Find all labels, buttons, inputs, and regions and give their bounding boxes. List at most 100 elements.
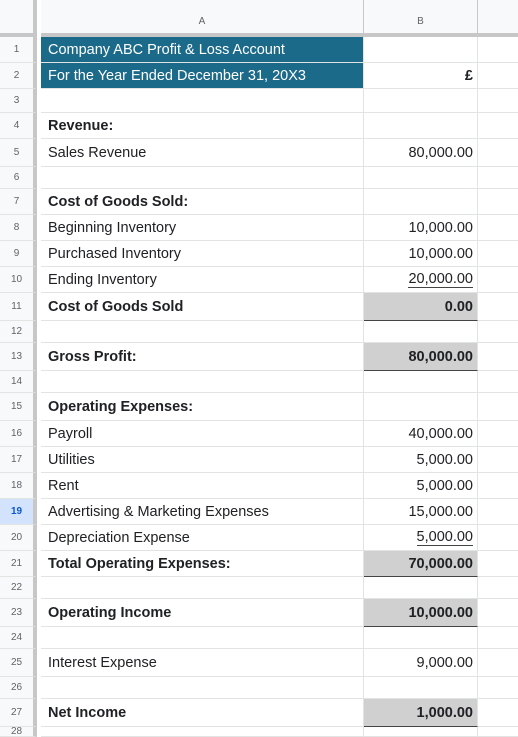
cell-c[interactable] (478, 293, 518, 321)
cell-a[interactable]: Cost of Goods Sold: (41, 189, 364, 215)
cell-a[interactable]: Beginning Inventory (41, 215, 364, 241)
cell-c[interactable] (478, 393, 518, 421)
cell-b[interactable]: 10,000.00 (364, 241, 478, 267)
cell-c[interactable] (478, 113, 518, 139)
cell-b[interactable]: 15,000.00 (364, 499, 478, 525)
cell-a[interactable]: Operating Income (41, 599, 364, 627)
row-header[interactable]: 27 (0, 699, 37, 727)
cell-a[interactable]: Interest Expense (41, 649, 364, 677)
cell-b[interactable]: 5,000.00 (364, 473, 478, 499)
cell-c[interactable] (478, 677, 518, 699)
cell-c[interactable] (478, 447, 518, 473)
cell-a[interactable] (41, 727, 364, 737)
row-header[interactable]: 4 (0, 113, 37, 139)
cell-b[interactable]: 80,000.00 (364, 139, 478, 167)
row-header[interactable]: 12 (0, 321, 37, 343)
row-header[interactable]: 23 (0, 599, 37, 627)
cell-a[interactable]: Depreciation Expense (41, 525, 364, 551)
cell-c[interactable] (478, 499, 518, 525)
row-header[interactable]: 17 (0, 447, 37, 473)
cell-c[interactable] (478, 215, 518, 241)
cell-b[interactable] (364, 371, 478, 393)
cell-c[interactable] (478, 89, 518, 113)
row-header[interactable]: 19 (0, 499, 37, 525)
cell-c[interactable] (478, 421, 518, 447)
cell-a[interactable]: Payroll (41, 421, 364, 447)
cell-c[interactable] (478, 167, 518, 189)
cell-b[interactable]: 70,000.00 (364, 551, 478, 577)
row-header[interactable]: 26 (0, 677, 37, 699)
cell-b[interactable] (364, 89, 478, 113)
cell-b[interactable]: 1,000.00 (364, 699, 478, 727)
cell-c[interactable] (478, 627, 518, 649)
column-header-c[interactable] (478, 0, 518, 37)
cell-b[interactable]: 5,000.00 (364, 447, 478, 473)
row-header[interactable]: 9 (0, 241, 37, 267)
row-header[interactable]: 20 (0, 525, 37, 551)
cell-a[interactable] (41, 89, 364, 113)
cell-b[interactable]: 20,000.00 (364, 267, 478, 293)
cell-c[interactable] (478, 189, 518, 215)
cell-c[interactable] (478, 727, 518, 737)
row-header[interactable]: 16 (0, 421, 37, 447)
cell-a[interactable]: Purchased Inventory (41, 241, 364, 267)
cell-a[interactable] (41, 321, 364, 343)
cell-c[interactable] (478, 551, 518, 577)
cell-c[interactable] (478, 525, 518, 551)
cell-b[interactable] (364, 37, 478, 63)
row-header[interactable]: 1 (0, 37, 37, 63)
cell-a[interactable] (41, 627, 364, 649)
cell-c[interactable] (478, 371, 518, 393)
cell-a[interactable]: Utilities (41, 447, 364, 473)
row-header[interactable]: 7 (0, 189, 37, 215)
row-header[interactable]: 8 (0, 215, 37, 241)
cell-b[interactable] (364, 727, 478, 737)
cell-b[interactable]: 0.00 (364, 293, 478, 321)
cell-c[interactable] (478, 241, 518, 267)
row-header[interactable]: 10 (0, 267, 37, 293)
cell-b[interactable]: 9,000.00 (364, 649, 478, 677)
cell-a[interactable]: Total Operating Expenses: (41, 551, 364, 577)
cell-b[interactable] (364, 321, 478, 343)
cell-b[interactable] (364, 627, 478, 649)
row-header[interactable]: 21 (0, 551, 37, 577)
cell-c[interactable] (478, 63, 518, 89)
cell-c[interactable] (478, 37, 518, 63)
cell-c[interactable] (478, 321, 518, 343)
row-header[interactable]: 5 (0, 139, 37, 167)
cell-a[interactable]: Net Income (41, 699, 364, 727)
cell-a[interactable]: Cost of Goods Sold (41, 293, 364, 321)
row-header[interactable]: 14 (0, 371, 37, 393)
cell-c[interactable] (478, 139, 518, 167)
cell-c[interactable] (478, 473, 518, 499)
cell-a[interactable]: Sales Revenue (41, 139, 364, 167)
cell-a[interactable] (41, 677, 364, 699)
cell-a[interactable]: Ending Inventory (41, 267, 364, 293)
row-header[interactable]: 6 (0, 167, 37, 189)
cell-b[interactable]: £ (364, 63, 478, 89)
row-header[interactable]: 3 (0, 89, 37, 113)
select-all-corner[interactable] (0, 0, 37, 37)
row-header[interactable]: 22 (0, 577, 37, 599)
row-header[interactable]: 25 (0, 649, 37, 677)
cell-b[interactable]: 40,000.00 (364, 421, 478, 447)
cell-b[interactable] (364, 577, 478, 599)
cell-c[interactable] (478, 599, 518, 627)
cell-a[interactable]: Advertising & Marketing Expenses (41, 499, 364, 525)
row-header[interactable]: 15 (0, 393, 37, 421)
cell-a[interactable]: Company ABC Profit & Loss Account (41, 37, 364, 63)
cell-b[interactable] (364, 189, 478, 215)
row-header[interactable]: 18 (0, 473, 37, 499)
cell-a[interactable]: Gross Profit: (41, 343, 364, 371)
cell-b[interactable]: 10,000.00 (364, 215, 478, 241)
cell-a[interactable] (41, 371, 364, 393)
cell-a[interactable] (41, 167, 364, 189)
cell-a[interactable]: Revenue: (41, 113, 364, 139)
column-header-a[interactable]: A (41, 0, 364, 37)
row-header[interactable]: 2 (0, 63, 37, 89)
cell-b[interactable]: 10,000.00 (364, 599, 478, 627)
cell-c[interactable] (478, 649, 518, 677)
cell-a[interactable]: Rent (41, 473, 364, 499)
cell-c[interactable] (478, 577, 518, 599)
cell-a[interactable]: For the Year Ended December 31, 20X3 (41, 63, 364, 89)
